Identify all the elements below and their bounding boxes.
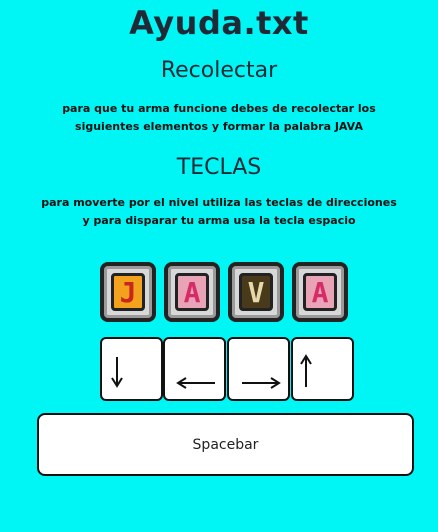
spacebar-label: Spacebar	[192, 436, 259, 453]
tile-letter: V	[239, 273, 273, 311]
page-title: Ayuda.txt	[129, 4, 309, 42]
spacebar-key: Spacebar	[37, 413, 414, 476]
left-arrow-key	[163, 337, 226, 401]
right-arrow-key	[227, 337, 290, 401]
letter-tile-a: A	[292, 262, 348, 322]
collect-text: para que tu arma funcione debes de recol…	[62, 102, 376, 133]
down-arrow-key	[100, 337, 163, 401]
arrow-keys	[100, 337, 354, 401]
letter-tile-v: V	[228, 262, 284, 322]
arrow-down-icon	[111, 357, 123, 388]
arrow-right-icon	[242, 377, 281, 389]
arrow-up-icon	[300, 354, 312, 387]
tile-letter: J	[111, 273, 145, 311]
keys-heading: TECLAS	[176, 155, 262, 180]
collect-heading: Recolectar	[160, 58, 278, 83]
letter-tile-j: J	[100, 262, 156, 322]
up-arrow-key	[291, 337, 354, 401]
arrow-left-icon	[176, 377, 215, 389]
keys-text: para moverte por el nivel utiliza las te…	[41, 196, 397, 227]
tile-letter: A	[303, 273, 337, 311]
tile-letter: A	[175, 273, 209, 311]
java-letter-tiles: J A V A	[100, 262, 360, 326]
letter-tile-a: A	[164, 262, 220, 322]
